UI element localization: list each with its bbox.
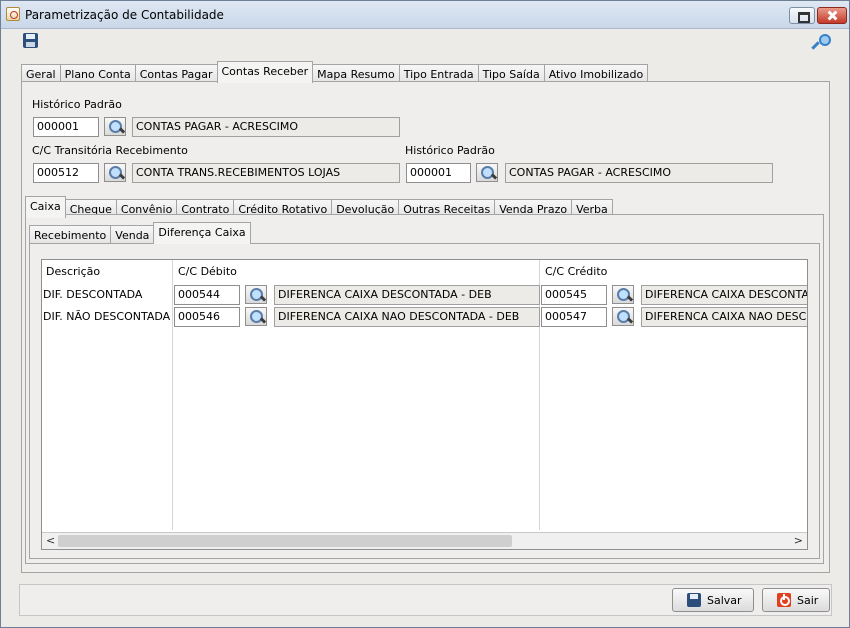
debito-code-input[interactable]: 000546 — [174, 307, 240, 327]
cc-transitoria-code-input[interactable]: 000512 — [33, 163, 99, 183]
key-icon[interactable] — [811, 34, 831, 50]
debito-search-icon[interactable] — [245, 285, 267, 304]
historico-padrao-label: Histórico Padrão — [32, 98, 122, 111]
scroll-thumb[interactable] — [58, 535, 512, 547]
sub-tabs: Recebimento Venda Diferença Caixa — [29, 222, 251, 244]
historico-padrao2-code-input[interactable]: 000001 — [406, 163, 471, 183]
credito-code-input[interactable]: 000547 — [541, 307, 607, 327]
maximize-button[interactable] — [789, 7, 815, 24]
debito-search-icon[interactable] — [245, 307, 267, 326]
row-descricao: DIF. NÃO DESCONTADA — [43, 310, 171, 323]
button-bar: Salvar Sair — [19, 584, 832, 616]
debito-code-input[interactable]: 000544 — [174, 285, 240, 305]
save-icon — [687, 593, 701, 607]
tab-contas-receber[interactable]: Contas Receber — [216, 61, 314, 83]
diferenca-caixa-grid: Descrição C/C Débito C/C Crédito DIF. DE… — [41, 259, 808, 550]
table-row: DIF. NÃO DESCONTADA 000546 DIFERENCA CAI… — [42, 306, 807, 328]
save-button-label: Salvar — [707, 594, 742, 607]
main-window: Parametrização de Contabilidade Geral Pl… — [0, 0, 850, 628]
debito-desc-field: DIFERENCA CAIXA DESCONTADA - DEB — [274, 285, 540, 305]
save-icon[interactable] — [23, 33, 38, 48]
table-row: DIF. DESCONTADA 000544 DIFERENCA CAIXA D… — [42, 284, 807, 306]
header-cc-debito: C/C Débito — [178, 265, 237, 278]
historico-padrao2-desc-field: CONTAS PAGAR - ACRESCIMO — [505, 163, 773, 183]
exit-button-label: Sair — [797, 594, 819, 607]
tab-diferenca-caixa[interactable]: Diferença Caixa — [153, 222, 251, 244]
tab-recebimento[interactable]: Recebimento — [29, 225, 112, 244]
java-app-icon — [6, 7, 20, 21]
historico-padrao2-search-icon[interactable] — [476, 163, 498, 182]
credito-code-input[interactable]: 000545 — [541, 285, 607, 305]
power-icon — [777, 593, 791, 607]
credito-search-icon[interactable] — [612, 285, 634, 304]
historico-padrao2-label: Histórico Padrão — [405, 144, 495, 157]
scroll-left-icon[interactable]: < — [46, 534, 55, 547]
row-descricao: DIF. DESCONTADA — [43, 288, 143, 301]
horizontal-scrollbar[interactable]: < > — [42, 532, 807, 549]
exit-button[interactable]: Sair — [762, 588, 830, 612]
header-cc-credito: C/C Crédito — [545, 265, 608, 278]
save-button[interactable]: Salvar — [672, 588, 754, 612]
historico-padrao-desc-field: CONTAS PAGAR - ACRESCIMO — [132, 117, 400, 137]
header-descricao: Descrição — [46, 265, 101, 278]
cc-transitoria-label: C/C Transitória Recebimento — [32, 144, 188, 157]
close-button[interactable] — [817, 7, 847, 24]
scroll-right-icon[interactable]: > — [794, 534, 803, 547]
cc-transitoria-desc-field: CONTA TRANS.RECEBIMENTOS LOJAS — [132, 163, 400, 183]
debito-desc-field: DIFERENCA CAIXA NAO DESCONTADA - DEB — [274, 307, 540, 327]
cc-transitoria-search-icon[interactable] — [104, 163, 126, 182]
outer-tabs: Geral Plano Conta Contas Pagar Contas Re… — [21, 61, 649, 83]
historico-padrao-code-input[interactable]: 000001 — [33, 117, 99, 137]
credito-search-icon[interactable] — [612, 307, 634, 326]
window-title: Parametrização de Contabilidade — [25, 8, 224, 22]
historico-padrao-search-icon[interactable] — [104, 117, 126, 136]
title-bar: Parametrização de Contabilidade — [1, 1, 849, 29]
tab-venda[interactable]: Venda — [110, 225, 155, 244]
credito-desc-field: DIFERENCA CAIXA DESCONTADA - CRED — [641, 285, 807, 305]
credito-desc-field: DIFERENCA CAIXA NAO DESCONTADA - CRED — [641, 307, 807, 327]
tab-caixa[interactable]: Caixa — [25, 196, 66, 218]
